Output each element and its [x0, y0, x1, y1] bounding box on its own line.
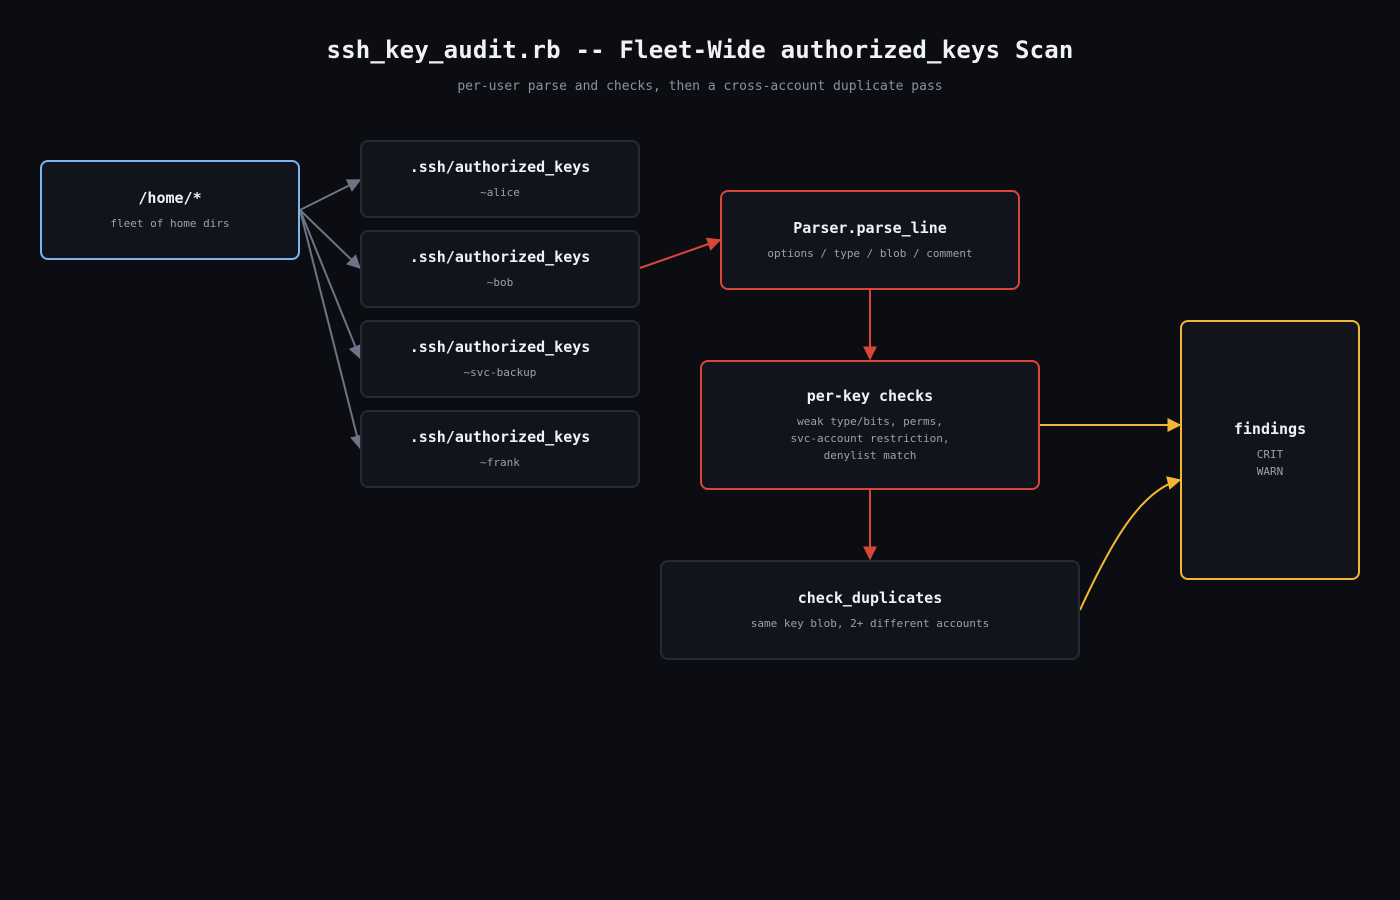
keyfile-owner: ~alice — [480, 185, 520, 199]
per-key-checks-detail-line: weak type/bits, perms, — [797, 414, 943, 428]
per-key-checks-detail-line: svc-account restriction, — [790, 431, 950, 445]
parser-node: Parser.parse_line options / type / blob … — [720, 190, 1020, 290]
keyfile-label: .ssh/authorized_keys — [409, 247, 591, 266]
home-dirs-node: /home/* fleet of home dirs — [40, 160, 300, 260]
edge-home-to-alice — [299, 179, 362, 211]
keyfile-node-alice: .ssh/authorized_keys ~alice — [360, 140, 640, 218]
edge-home-to-frank — [299, 209, 364, 450]
home-dirs-label: /home/* — [138, 188, 202, 207]
findings-label: findings — [1233, 420, 1307, 438]
keyfile-label: .ssh/authorized_keys — [409, 157, 591, 176]
edge-home-to-bob — [299, 209, 362, 269]
keyfile-owner: ~frank — [480, 455, 520, 469]
edge-home-to-svc-backup — [299, 209, 362, 360]
check-duplicates-detail: same key blob, 2+ different accounts — [750, 616, 990, 630]
keyfile-label: .ssh/authorized_keys — [409, 337, 591, 356]
keyfile-node-frank: .ssh/authorized_keys ~frank — [360, 410, 640, 488]
severity-crit: CRIT — [1256, 448, 1284, 461]
home-dirs-detail: fleet of home dirs — [110, 216, 230, 230]
parser-detail: options / type / blob / comment — [767, 246, 973, 260]
per-key-checks-node: per-key checks weak type/bits, perms, sv… — [700, 360, 1040, 490]
keyfile-owner: ~bob — [486, 275, 514, 289]
edge-keyfile-to-parser — [639, 237, 722, 269]
findings-node: findings CRIT WARN — [1180, 320, 1360, 580]
keyfile-node-bob: .ssh/authorized_keys ~bob — [360, 230, 640, 308]
edge-duplicates-to-findings — [1079, 476, 1182, 611]
check-duplicates-label: check_duplicates — [797, 588, 943, 607]
keyfile-label: .ssh/authorized_keys — [409, 427, 591, 446]
per-key-checks-label: per-key checks — [806, 386, 934, 405]
parser-label: Parser.parse_line — [793, 218, 947, 237]
keyfile-node-svc-backup: .ssh/authorized_keys ~svc-backup — [360, 320, 640, 398]
per-key-checks-detail: weak type/bits, perms, svc-account restr… — [791, 413, 950, 464]
check-duplicates-node: check_duplicates same key blob, 2+ diffe… — [660, 560, 1080, 660]
findings-severities: CRIT WARN — [1257, 446, 1284, 480]
per-key-checks-detail-line: denylist match — [823, 448, 917, 462]
severity-warn: WARN — [1256, 465, 1284, 478]
keyfile-owner: ~svc-backup — [463, 365, 537, 379]
